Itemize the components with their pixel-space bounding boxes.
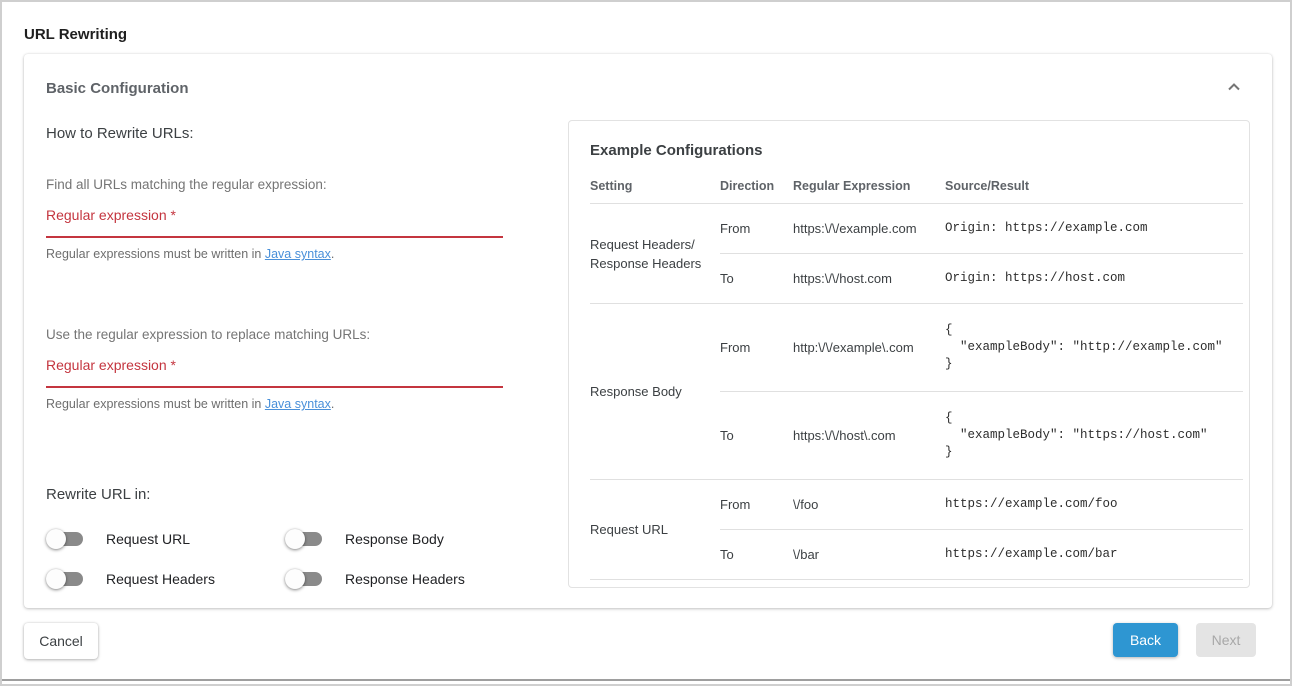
direction-cell: To <box>720 254 793 304</box>
result-cell: https://example.com/bar <box>945 530 1243 580</box>
next-button[interactable]: Next <box>1196 623 1256 657</box>
toggle-response-body[interactable]: Response Body <box>285 529 503 549</box>
back-button[interactable]: Back <box>1113 623 1178 657</box>
collapse-section-button[interactable] <box>1218 80 1250 97</box>
replace-regex-hint: Regular expressions must be written in J… <box>46 397 503 412</box>
toggle-label: Response Body <box>345 531 444 547</box>
replace-regex-question: Use the regular expression to replace ma… <box>46 326 503 343</box>
replace-regex-input[interactable]: Regular expression * <box>46 357 503 388</box>
column-header-direction: Direction <box>720 179 793 204</box>
toggle-switch-off[interactable] <box>285 529 323 549</box>
url-rewriting-screen: URL Rewriting Basic Configuration How to… <box>0 0 1292 686</box>
chevron-up-icon <box>1226 82 1242 97</box>
column-header-source-result: Source/Result <box>945 179 1243 204</box>
rewrite-form: How to Rewrite URLs: Find all URLs match… <box>46 124 503 589</box>
regex-cell: http:\/\/example\.com <box>793 304 945 392</box>
page-title: URL Rewriting <box>24 26 1290 43</box>
java-syntax-link[interactable]: Java syntax <box>265 247 331 261</box>
bottom-divider <box>2 679 1290 681</box>
setting-cell: Request Headers/ Response Headers <box>590 204 720 304</box>
toggle-switch-off[interactable] <box>285 569 323 589</box>
cancel-button[interactable]: Cancel <box>24 623 98 659</box>
toggle-request-url[interactable]: Request URL <box>46 529 285 549</box>
java-syntax-link[interactable]: Java syntax <box>265 397 331 411</box>
find-regex-input-underline <box>46 236 503 238</box>
find-regex-input[interactable]: Regular expression * <box>46 207 503 238</box>
table-row: Response Body From http:\/\/example\.com… <box>590 304 1243 392</box>
find-regex-input-label: Regular expression * <box>46 207 503 224</box>
replace-regex-input-underline <box>46 386 503 388</box>
toggle-switch-off[interactable] <box>46 529 84 549</box>
toggle-switch-off[interactable] <box>46 569 84 589</box>
result-cell: Origin: https://host.com <box>945 254 1243 304</box>
result-cell: https://example.com/foo <box>945 480 1243 530</box>
hint-text: Regular expressions must be written in <box>46 247 265 261</box>
column-header-setting: Setting <box>590 179 720 204</box>
find-regex-question: Find all URLs matching the regular expre… <box>46 176 503 193</box>
regex-cell: \/foo <box>793 480 945 530</box>
footer-right-actions: Back Next <box>1113 623 1256 657</box>
rewrite-url-in-title: Rewrite URL in: <box>46 485 503 504</box>
toggle-label: Response Headers <box>345 571 465 587</box>
basic-configuration-card: Basic Configuration How to Rewrite URLs:… <box>24 54 1272 608</box>
replace-regex-input-label: Regular expression * <box>46 357 503 374</box>
hint-text: . <box>331 247 334 261</box>
toggle-response-headers[interactable]: Response Headers <box>285 569 503 589</box>
setting-cell: Request URL <box>590 480 720 580</box>
regex-cell: https:\/\/host.com <box>793 254 945 304</box>
example-configurations-title: Example Configurations <box>590 142 1241 160</box>
how-to-rewrite-title: How to Rewrite URLs: <box>46 124 503 143</box>
examples-table: Setting Direction Regular Expression Sou… <box>590 179 1243 580</box>
rewrite-toggles: Request URL Response Body Request Header… <box>46 529 503 589</box>
examples-table-header-row: Setting Direction Regular Expression Sou… <box>590 179 1243 204</box>
toggle-label: Request URL <box>106 531 190 547</box>
replace-regex-field-group: Use the regular expression to replace ma… <box>46 326 503 412</box>
table-row: Request URL From \/foo https://example.c… <box>590 480 1243 530</box>
hint-text: Regular expressions must be written in <box>46 397 265 411</box>
toggle-label: Request Headers <box>106 571 215 587</box>
toggle-request-headers[interactable]: Request Headers <box>46 569 285 589</box>
result-cell: Origin: https://example.com <box>945 204 1243 254</box>
find-regex-field-group: Find all URLs matching the regular expre… <box>46 176 503 262</box>
direction-cell: From <box>720 204 793 254</box>
regex-cell: https:\/\/example.com <box>793 204 945 254</box>
regex-cell: \/bar <box>793 530 945 580</box>
card-header: Basic Configuration <box>46 80 1250 98</box>
hint-text: . <box>331 397 334 411</box>
result-cell: { "exampleBody": "https://host.com" } <box>945 392 1243 480</box>
setting-cell: Response Body <box>590 304 720 480</box>
regex-cell: https:\/\/host\.com <box>793 392 945 480</box>
example-configurations-panel: Example Configurations Setting Direction… <box>568 120 1250 588</box>
column-header-regular-expression: Regular Expression <box>793 179 945 204</box>
footer-actions: Cancel Back Next <box>24 623 1256 659</box>
direction-cell: To <box>720 530 793 580</box>
find-regex-hint: Regular expressions must be written in J… <box>46 247 503 262</box>
table-row: Request Headers/ Response Headers From h… <box>590 204 1243 254</box>
direction-cell: To <box>720 392 793 480</box>
direction-cell: From <box>720 480 793 530</box>
card-title: Basic Configuration <box>46 80 189 98</box>
direction-cell: From <box>720 304 793 392</box>
result-cell: { "exampleBody": "http://example.com" } <box>945 304 1243 392</box>
